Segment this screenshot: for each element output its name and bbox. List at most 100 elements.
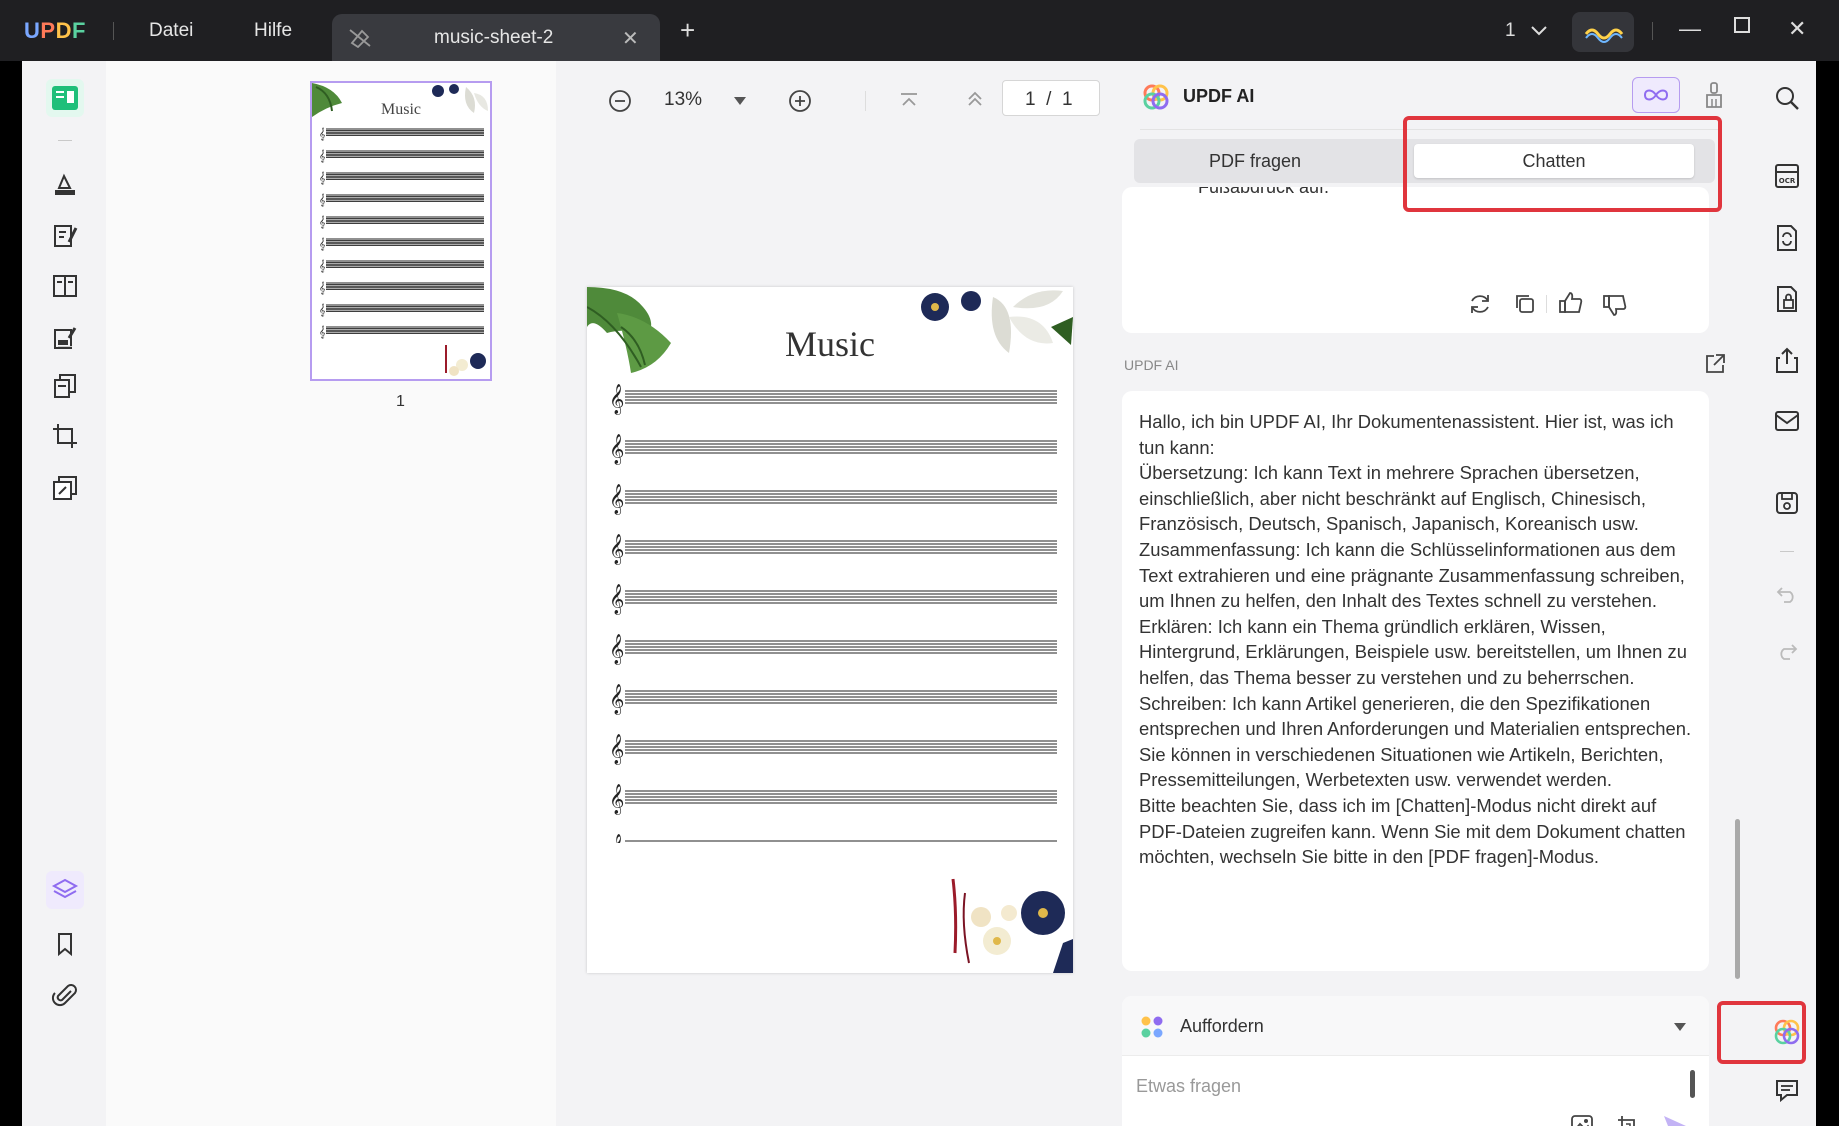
rail-separator bbox=[58, 346, 72, 347]
organize-pages-icon[interactable] bbox=[46, 367, 84, 405]
updf-ai-logo-icon bbox=[1142, 83, 1170, 111]
zoom-dropdown-icon[interactable] bbox=[734, 97, 746, 105]
prompt-dropdown-icon bbox=[1674, 1023, 1686, 1031]
copy-icon[interactable] bbox=[1514, 293, 1536, 315]
menu-datei[interactable]: Datei bbox=[149, 20, 193, 42]
right-tool-rail: OCR bbox=[1758, 61, 1816, 1126]
minimize-icon[interactable]: — bbox=[1679, 16, 1701, 42]
search-icon[interactable] bbox=[1768, 79, 1806, 117]
user-avatar[interactable] bbox=[1572, 12, 1634, 52]
reader-mode-icon[interactable] bbox=[46, 79, 84, 117]
regenerate-icon[interactable] bbox=[1468, 293, 1492, 315]
ai-button-highlight-box bbox=[1717, 1001, 1806, 1064]
previous-message-text: Fußabdruck auf. bbox=[1198, 187, 1330, 197]
share-icon[interactable] bbox=[1768, 341, 1806, 379]
attachment-icon[interactable] bbox=[46, 976, 84, 1014]
close-tab-icon[interactable]: ✕ bbox=[622, 26, 639, 51]
music-staff: 𝄞 bbox=[319, 127, 484, 140]
treble-clef-icon: 𝄞 bbox=[319, 193, 326, 206]
title-bar: UPDF Datei Hilfe music-sheet-2 ✕ + 1 — ✕ bbox=[0, 0, 1839, 61]
watermark-icon[interactable] bbox=[46, 469, 84, 507]
thumbs-up-icon[interactable] bbox=[1558, 291, 1584, 315]
image-upload-icon[interactable] bbox=[1570, 1114, 1594, 1126]
treble-clef-icon: 𝄞 bbox=[609, 534, 624, 566]
music-staff: 𝄞 bbox=[609, 784, 1057, 816]
music-staff: 𝄞 bbox=[319, 281, 484, 294]
sheet-title: Music bbox=[785, 324, 875, 364]
app-logo: UPDF bbox=[24, 18, 86, 43]
treble-clef-icon: 𝄞 bbox=[609, 434, 624, 466]
screenshot-crop-icon[interactable] bbox=[1616, 1114, 1640, 1126]
treble-clef-icon: 𝄞 bbox=[609, 784, 624, 816]
action-separator bbox=[1546, 295, 1547, 313]
reply-paragraph: Bitte beachten Sie, dass ich im [Chatten… bbox=[1139, 794, 1686, 868]
undo-icon[interactable] bbox=[1768, 576, 1806, 614]
comment-highlighter-icon[interactable] bbox=[46, 165, 84, 203]
music-staff: 𝄞 bbox=[609, 534, 1057, 566]
page-layout-icon[interactable] bbox=[46, 267, 84, 305]
zoom-out-icon[interactable] bbox=[608, 89, 632, 113]
thumbnail-panel: Music 𝄞 𝄞 𝄞 𝄞 𝄞 𝄞 𝄞 𝄞 𝄞 𝄞 1 bbox=[106, 61, 556, 1126]
redo-icon[interactable] bbox=[1768, 633, 1806, 671]
chat-scrollbar[interactable] bbox=[1735, 819, 1740, 979]
music-staff: 𝄞 bbox=[609, 734, 1057, 766]
reply-paragraph: Übersetzung: Ich kann Text in mehrere Sp… bbox=[1139, 462, 1647, 535]
bookmark-icon[interactable] bbox=[46, 925, 84, 963]
prompt-selector[interactable]: Auffordern bbox=[1122, 996, 1709, 1056]
treble-clef-icon: 𝄞 bbox=[319, 281, 326, 294]
zoom-in-icon[interactable] bbox=[788, 89, 812, 113]
fill-sign-icon[interactable] bbox=[46, 319, 84, 357]
comments-panel-icon[interactable] bbox=[1768, 1071, 1806, 1109]
email-icon[interactable] bbox=[1768, 402, 1806, 440]
protect-pdf-icon[interactable] bbox=[1768, 280, 1806, 318]
title-separator bbox=[113, 22, 114, 40]
send-icon[interactable] bbox=[1662, 1114, 1688, 1126]
convert-pdf-icon[interactable] bbox=[1768, 219, 1806, 257]
unsaved-doc-icon bbox=[348, 26, 374, 48]
rail-separator bbox=[58, 140, 72, 141]
page-number-box[interactable]: 1 / 1 bbox=[1002, 80, 1100, 116]
treble-clef-icon: 𝄞 bbox=[609, 684, 624, 716]
music-staff: 𝄞 bbox=[609, 684, 1057, 716]
treble-clef-icon: 𝄞 bbox=[609, 634, 624, 666]
menu-hilfe[interactable]: Hilfe bbox=[254, 20, 292, 42]
page-selector-value: 1 bbox=[1505, 20, 1516, 41]
maximize-icon[interactable] bbox=[1733, 16, 1751, 34]
rail-separator bbox=[1780, 551, 1794, 552]
reply-paragraph: Hallo, ich bin UPDF AI, Ihr Dokumentenas… bbox=[1139, 411, 1674, 458]
svg-text:OCR: OCR bbox=[1779, 177, 1796, 185]
prompt-dots-icon bbox=[1140, 1015, 1164, 1039]
document-viewer: 13% 1 / 1 Music 𝄞 𝄞 𝄞 𝄞 𝄞 𝄞 𝄞 𝄞 𝄞 bbox=[556, 61, 1100, 1126]
save-icon[interactable] bbox=[1768, 484, 1806, 522]
treble-clef-icon: 𝄞 bbox=[319, 259, 326, 272]
edit-pdf-icon[interactable] bbox=[46, 217, 84, 255]
previous-page-icon[interactable] bbox=[966, 91, 984, 107]
treble-clef-icon: 𝄞 bbox=[319, 325, 326, 338]
ask-input[interactable] bbox=[1136, 1072, 1636, 1100]
treble-clef-icon: 𝄞 bbox=[319, 171, 326, 184]
music-staff: 𝄞 bbox=[319, 259, 484, 272]
tab-pdf-fragen[interactable]: PDF fragen bbox=[1140, 144, 1370, 178]
zoom-level[interactable]: 13% bbox=[664, 89, 702, 111]
chatten-highlight-box bbox=[1403, 116, 1722, 212]
clear-chat-brush-icon[interactable] bbox=[1704, 81, 1724, 109]
music-staff: 𝄞 bbox=[319, 303, 484, 316]
page-selector[interactable]: 1 bbox=[1505, 20, 1547, 42]
crop-pages-icon[interactable] bbox=[46, 417, 84, 455]
thumbnail-title: Music bbox=[381, 101, 421, 118]
thumbs-down-icon[interactable] bbox=[1602, 293, 1628, 317]
treble-clef-icon: 𝄞 bbox=[319, 127, 326, 140]
open-external-icon[interactable] bbox=[1704, 353, 1726, 375]
new-tab-icon[interactable]: + bbox=[680, 17, 695, 43]
treble-clef-icon: 𝄞 bbox=[609, 384, 624, 416]
ocr-icon[interactable]: OCR bbox=[1768, 157, 1806, 195]
treble-clef-icon: 𝄞 bbox=[319, 237, 326, 250]
thumbnail-page-number: 1 bbox=[396, 393, 405, 410]
close-window-icon[interactable]: ✕ bbox=[1788, 16, 1806, 42]
document-tab[interactable]: music-sheet-2 ✕ bbox=[332, 14, 660, 61]
first-page-icon[interactable] bbox=[900, 93, 918, 107]
layers-icon[interactable] bbox=[46, 871, 84, 909]
infinity-mode-icon[interactable] bbox=[1632, 77, 1680, 113]
page-thumbnail[interactable]: Music 𝄞 𝄞 𝄞 𝄞 𝄞 𝄞 𝄞 𝄞 𝄞 𝄞 bbox=[310, 81, 492, 381]
ai-panel-title: UPDF AI bbox=[1183, 86, 1255, 106]
